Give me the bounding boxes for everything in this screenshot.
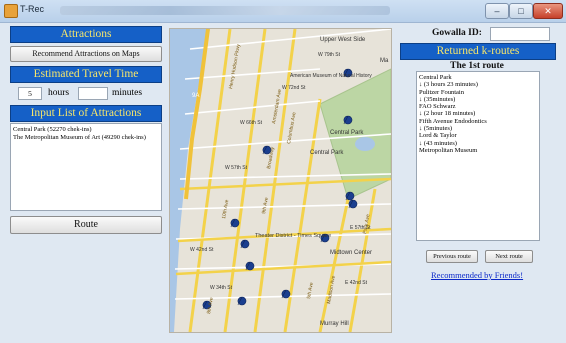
input-list-header: Input List of Attractions bbox=[10, 105, 162, 122]
gowalla-id-input[interactable] bbox=[490, 27, 550, 41]
map-label-ma: Ma bbox=[380, 58, 389, 64]
map-pin[interactable] bbox=[237, 296, 247, 306]
app-icon bbox=[4, 4, 18, 18]
map-pin[interactable] bbox=[230, 218, 240, 228]
next-route-button[interactable]: Next route bbox=[485, 250, 533, 263]
map-label-murray-hill: Murray Hill bbox=[320, 321, 349, 327]
route-line: Fifth Avenue Endodontics bbox=[419, 117, 487, 125]
title-bar: T-Rec – □ ✕ bbox=[0, 0, 566, 23]
map-canvas[interactable]: Upper West Side American Museum of Natur… bbox=[170, 29, 391, 332]
travel-time-row: 5 hours minutes bbox=[10, 85, 162, 103]
map-label-w34: W 34th St bbox=[210, 285, 233, 291]
map-pin[interactable] bbox=[240, 239, 250, 249]
attractions-header: Attractions bbox=[10, 26, 162, 43]
route-line: Lord & Taylor bbox=[419, 132, 457, 140]
map-label-w79: W 79th St bbox=[318, 52, 341, 58]
map-view[interactable]: Upper West Side American Museum of Natur… bbox=[169, 28, 392, 333]
map-label-theater: Theater District - Times Square bbox=[255, 233, 331, 239]
map-label-w57: W 57th St bbox=[225, 165, 248, 171]
input-attractions-list[interactable]: Central Park (52270 chek-ins) The Metrop… bbox=[10, 123, 162, 211]
route-line: ↓ (35minutes) bbox=[419, 95, 456, 103]
route-line: FAO Schwarz bbox=[419, 103, 456, 111]
map-label-museum: American Museum of Natural History bbox=[290, 73, 372, 79]
map-label-w66: W 66th St bbox=[240, 120, 263, 126]
right-panel: Gowalla ID: Returned k-routes The 1st ro… bbox=[397, 26, 557, 326]
blurred-title-strip bbox=[60, 6, 390, 15]
gowalla-id-label: Gowalla ID: bbox=[432, 28, 482, 38]
route-line: ↓ (5minutes) bbox=[419, 125, 453, 133]
minutes-label: minutes bbox=[112, 88, 143, 98]
map-label-central-park: Central Park bbox=[330, 130, 364, 136]
map-pin[interactable] bbox=[345, 191, 355, 201]
window-title: T-Rec bbox=[20, 4, 45, 14]
returned-routes-header: Returned k-routes bbox=[400, 43, 556, 60]
left-panel: Attractions Recommend Attractions on Map… bbox=[10, 26, 162, 234]
travel-time-header: Estimated Travel Time bbox=[10, 66, 162, 83]
maximize-button[interactable]: □ bbox=[509, 3, 533, 19]
minimize-button[interactable]: – bbox=[485, 3, 509, 19]
route-line: Central Park bbox=[419, 74, 452, 81]
map-label-midtown: Midtown Center bbox=[330, 250, 372, 256]
map-label-9a: 9A bbox=[192, 93, 199, 99]
list-item[interactable]: Central Park (52270 chek-ins) bbox=[13, 126, 159, 134]
map-pin[interactable] bbox=[343, 115, 353, 125]
hours-label: hours bbox=[48, 88, 70, 98]
minutes-input[interactable] bbox=[78, 87, 108, 100]
route-title: The 1st route bbox=[450, 61, 504, 71]
close-button[interactable]: ✕ bbox=[533, 3, 563, 19]
map-label-w42: W 42nd St bbox=[190, 247, 214, 253]
map-label-e42: E 42nd St bbox=[345, 280, 368, 286]
route-line: ↓ (2 hour 18 minutes) bbox=[419, 110, 476, 118]
list-item[interactable]: The Metropolitan Museum of Art (49290 ch… bbox=[13, 134, 159, 142]
map-pin[interactable] bbox=[348, 199, 358, 209]
previous-route-button[interactable]: Previous route bbox=[426, 250, 478, 263]
recommended-by-friends-link[interactable]: Recommended by Friends! bbox=[431, 270, 523, 280]
route-button[interactable]: Route bbox=[10, 216, 162, 234]
recommend-attractions-button[interactable]: Recommend Attractions on Maps bbox=[10, 46, 162, 62]
route-details-list[interactable]: Central Park ↓ (3 hours 23 minutes) Puli… bbox=[416, 71, 540, 241]
route-line: ↓ (43 minutes) bbox=[419, 139, 457, 147]
hours-input[interactable]: 5 bbox=[18, 87, 42, 100]
map-pin[interactable] bbox=[281, 289, 291, 299]
route-line: Metropolitan Museum bbox=[419, 146, 478, 154]
map-label-w72: W 72nd St bbox=[282, 85, 306, 91]
map-label-upper-west: Upper West Side bbox=[320, 37, 366, 43]
map-label-central-park-2: Central Park bbox=[310, 150, 344, 156]
route-line: Pulitzer Fountain bbox=[419, 88, 464, 96]
route-line: ↓ (3 hours 23 minutes) bbox=[419, 81, 478, 89]
map-pin[interactable] bbox=[245, 261, 255, 271]
